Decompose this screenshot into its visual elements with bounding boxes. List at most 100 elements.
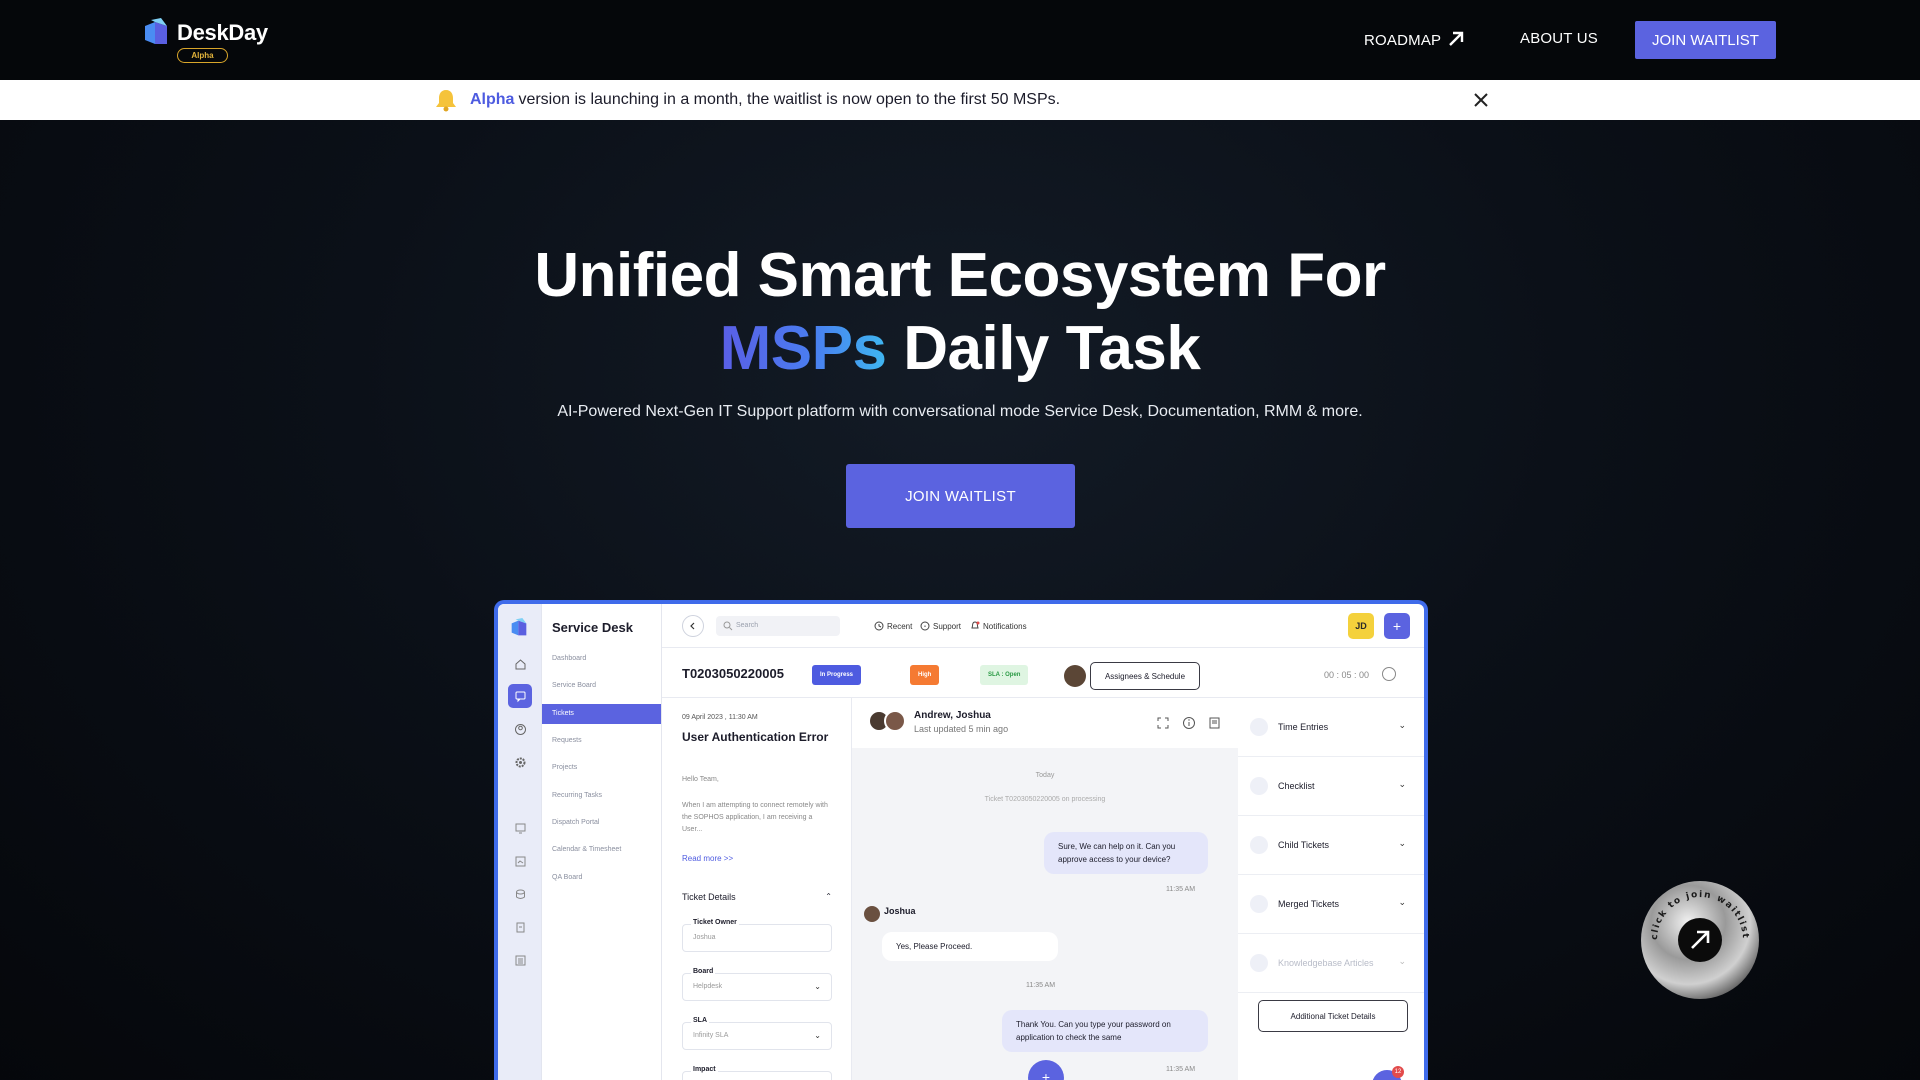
list-icon[interactable] xyxy=(508,948,532,972)
hero-subtitle: AI-Powered Next-Gen IT Support platform … xyxy=(557,403,1363,420)
message-bubble: Yes, Please Proceed. xyxy=(882,932,1058,961)
arrow-up-right-icon xyxy=(1449,31,1464,46)
pause-icon[interactable] xyxy=(1382,667,1396,681)
search-icon xyxy=(723,621,733,631)
close-icon[interactable] xyxy=(1470,89,1492,111)
search-input[interactable]: Search xyxy=(716,616,840,636)
ticket-date: 09 April 2023 , 11:30 AM xyxy=(682,714,758,721)
info-icon[interactable] xyxy=(1182,716,1196,730)
module-title: Service Desk xyxy=(552,620,633,635)
merged-tickets-row[interactable]: Merged Tickets ⌄ xyxy=(1238,875,1424,934)
book-icon xyxy=(1250,954,1268,972)
row-label: Knowledgebase Articles xyxy=(1278,958,1374,968)
row-label: Child Tickets xyxy=(1278,840,1330,850)
bell-icon xyxy=(436,90,456,112)
support-link[interactable]: Support xyxy=(920,621,961,631)
hero-join-waitlist-button[interactable]: JOIN WAITLIST xyxy=(846,464,1075,528)
logo-text: DeskDay xyxy=(177,20,268,45)
report-icon[interactable] xyxy=(508,849,532,873)
message-bubble: Thank You. Can you type your password on… xyxy=(1002,1010,1208,1052)
impact-select[interactable]: Impact xyxy=(682,1066,832,1080)
home-icon[interactable] xyxy=(508,652,532,676)
chevron-down-icon: ⌄ xyxy=(1398,838,1406,848)
menu-item-qa-board[interactable]: QA Board xyxy=(542,868,661,888)
system-message: Ticket T0203050220005 on processing xyxy=(984,796,1106,803)
hero-title-line-1: Unified Smart Ecosystem For xyxy=(534,241,1386,310)
menu-item-projects[interactable]: Projects xyxy=(542,758,661,778)
back-button[interactable] xyxy=(682,615,704,637)
menu-item-calendar[interactable]: Calendar & Timesheet xyxy=(542,840,661,860)
board-select[interactable]: Board Helpdesk ⌄ xyxy=(682,968,832,1001)
notifications-label: Notifications xyxy=(983,622,1027,631)
hero-title-rest: Daily Task xyxy=(903,314,1201,383)
recent-link[interactable]: Recent xyxy=(874,621,912,631)
message-time: 11:35 AM xyxy=(1026,982,1056,989)
message-time: 11:35 AM xyxy=(1166,886,1196,893)
ticket-title: User Authentication Error xyxy=(682,730,829,744)
notifications-link[interactable]: Notifications xyxy=(970,621,1027,631)
recent-label: Recent xyxy=(887,622,913,631)
compose-button[interactable]: + xyxy=(1028,1060,1064,1080)
chat-icon[interactable] xyxy=(508,684,532,708)
chevron-down-icon: ⌄ xyxy=(814,982,821,991)
priority-badge[interactable]: High xyxy=(910,665,940,685)
document-icon[interactable] xyxy=(508,915,532,939)
database-icon[interactable] xyxy=(508,882,532,906)
join-waitlist-badge[interactable]: click to join waitlist xyxy=(1640,880,1760,1000)
assignees-schedule-button[interactable]: Assignees & Schedule xyxy=(1090,662,1200,690)
date-divider: Today xyxy=(1035,772,1055,779)
knowledgebase-row[interactable]: Knowledgebase Articles ⌄ xyxy=(1238,934,1424,993)
field-label: Impact xyxy=(691,1066,718,1073)
ticket-owner-field[interactable]: Ticket Owner Joshua xyxy=(682,919,832,952)
status-badge[interactable]: In Progress xyxy=(812,665,862,685)
nav-roadmap-link[interactable]: ROADMAP xyxy=(1364,30,1465,49)
announcement-message: version is launching in a month, the wai… xyxy=(518,91,1061,108)
clock-icon xyxy=(1250,718,1268,736)
bell-icon xyxy=(971,621,980,629)
menu-item-recurring-tasks[interactable]: Recurring Tasks xyxy=(542,786,661,806)
ticket-icon xyxy=(1250,836,1268,854)
user-avatar[interactable]: JD xyxy=(1348,613,1374,639)
nav-join-waitlist-button[interactable]: JOIN WAITLIST xyxy=(1635,21,1776,59)
read-more-link[interactable]: Read more >> xyxy=(682,854,733,863)
merge-icon xyxy=(1250,895,1268,913)
sla-badge[interactable]: SLA : Open xyxy=(980,665,1029,685)
chevron-down-icon: ⌄ xyxy=(1398,956,1406,966)
message-bubble: Sure, We can help on it. Can you approve… xyxy=(1044,832,1208,874)
announcement-text: Alpha version is launching in a month, th… xyxy=(470,91,1060,109)
monitor-icon[interactable] xyxy=(508,816,532,840)
announcement-highlight: Alpha xyxy=(470,91,515,108)
logo[interactable]: DeskDay Alpha xyxy=(143,17,273,67)
expand-icon[interactable] xyxy=(1156,716,1170,730)
top-navbar: DeskDay Alpha ROADMAP ABOUT US JOIN WAIT… xyxy=(0,0,1920,80)
gear-icon[interactable] xyxy=(508,750,532,774)
checklist-row[interactable]: Checklist ⌄ xyxy=(1238,757,1424,816)
child-tickets-row[interactable]: Child Tickets ⌄ xyxy=(1238,816,1424,875)
menu-item-service-board[interactable]: Service Board xyxy=(542,676,661,696)
notification-count-badge: 12 xyxy=(1392,1066,1404,1078)
help-icon xyxy=(920,621,930,631)
menu-item-dispatch-portal[interactable]: Dispatch Portal xyxy=(542,813,661,833)
menu-item-dashboard[interactable]: Dashboard xyxy=(542,649,661,669)
menu-item-requests[interactable]: Requests xyxy=(542,731,661,751)
app-preview: Service Desk Dashboard Service Board Tic… xyxy=(494,600,1428,1080)
notes-icon[interactable] xyxy=(1208,716,1222,730)
nav-about-link[interactable]: ABOUT US xyxy=(1520,30,1598,47)
additional-ticket-details-button[interactable]: Additional Ticket Details xyxy=(1258,1000,1408,1032)
conversation-participants: Andrew, Joshua xyxy=(914,710,991,721)
time-entries-row[interactable]: Time Entries ⌄ xyxy=(1238,698,1424,757)
clock-icon xyxy=(874,621,884,631)
user-circle-icon[interactable] xyxy=(508,717,532,741)
module-menu: Service Desk Dashboard Service Board Tic… xyxy=(542,604,662,1080)
sender-avatar xyxy=(864,906,880,922)
chevron-up-icon: ⌃ xyxy=(825,892,832,901)
add-button[interactable]: + xyxy=(1384,613,1410,639)
menu-item-tickets[interactable]: Tickets xyxy=(542,704,661,724)
row-label: Merged Tickets xyxy=(1278,899,1340,909)
checklist-icon xyxy=(1250,777,1268,795)
assignee-avatar xyxy=(1064,665,1086,687)
announcement-bar: Alpha version is launching in a month, th… xyxy=(0,80,1920,120)
sla-select[interactable]: SLA Infinity SLA ⌄ xyxy=(682,1017,832,1050)
icon-rail xyxy=(498,604,542,1080)
ticket-details-section[interactable]: Ticket Details ⌃ xyxy=(682,892,832,902)
